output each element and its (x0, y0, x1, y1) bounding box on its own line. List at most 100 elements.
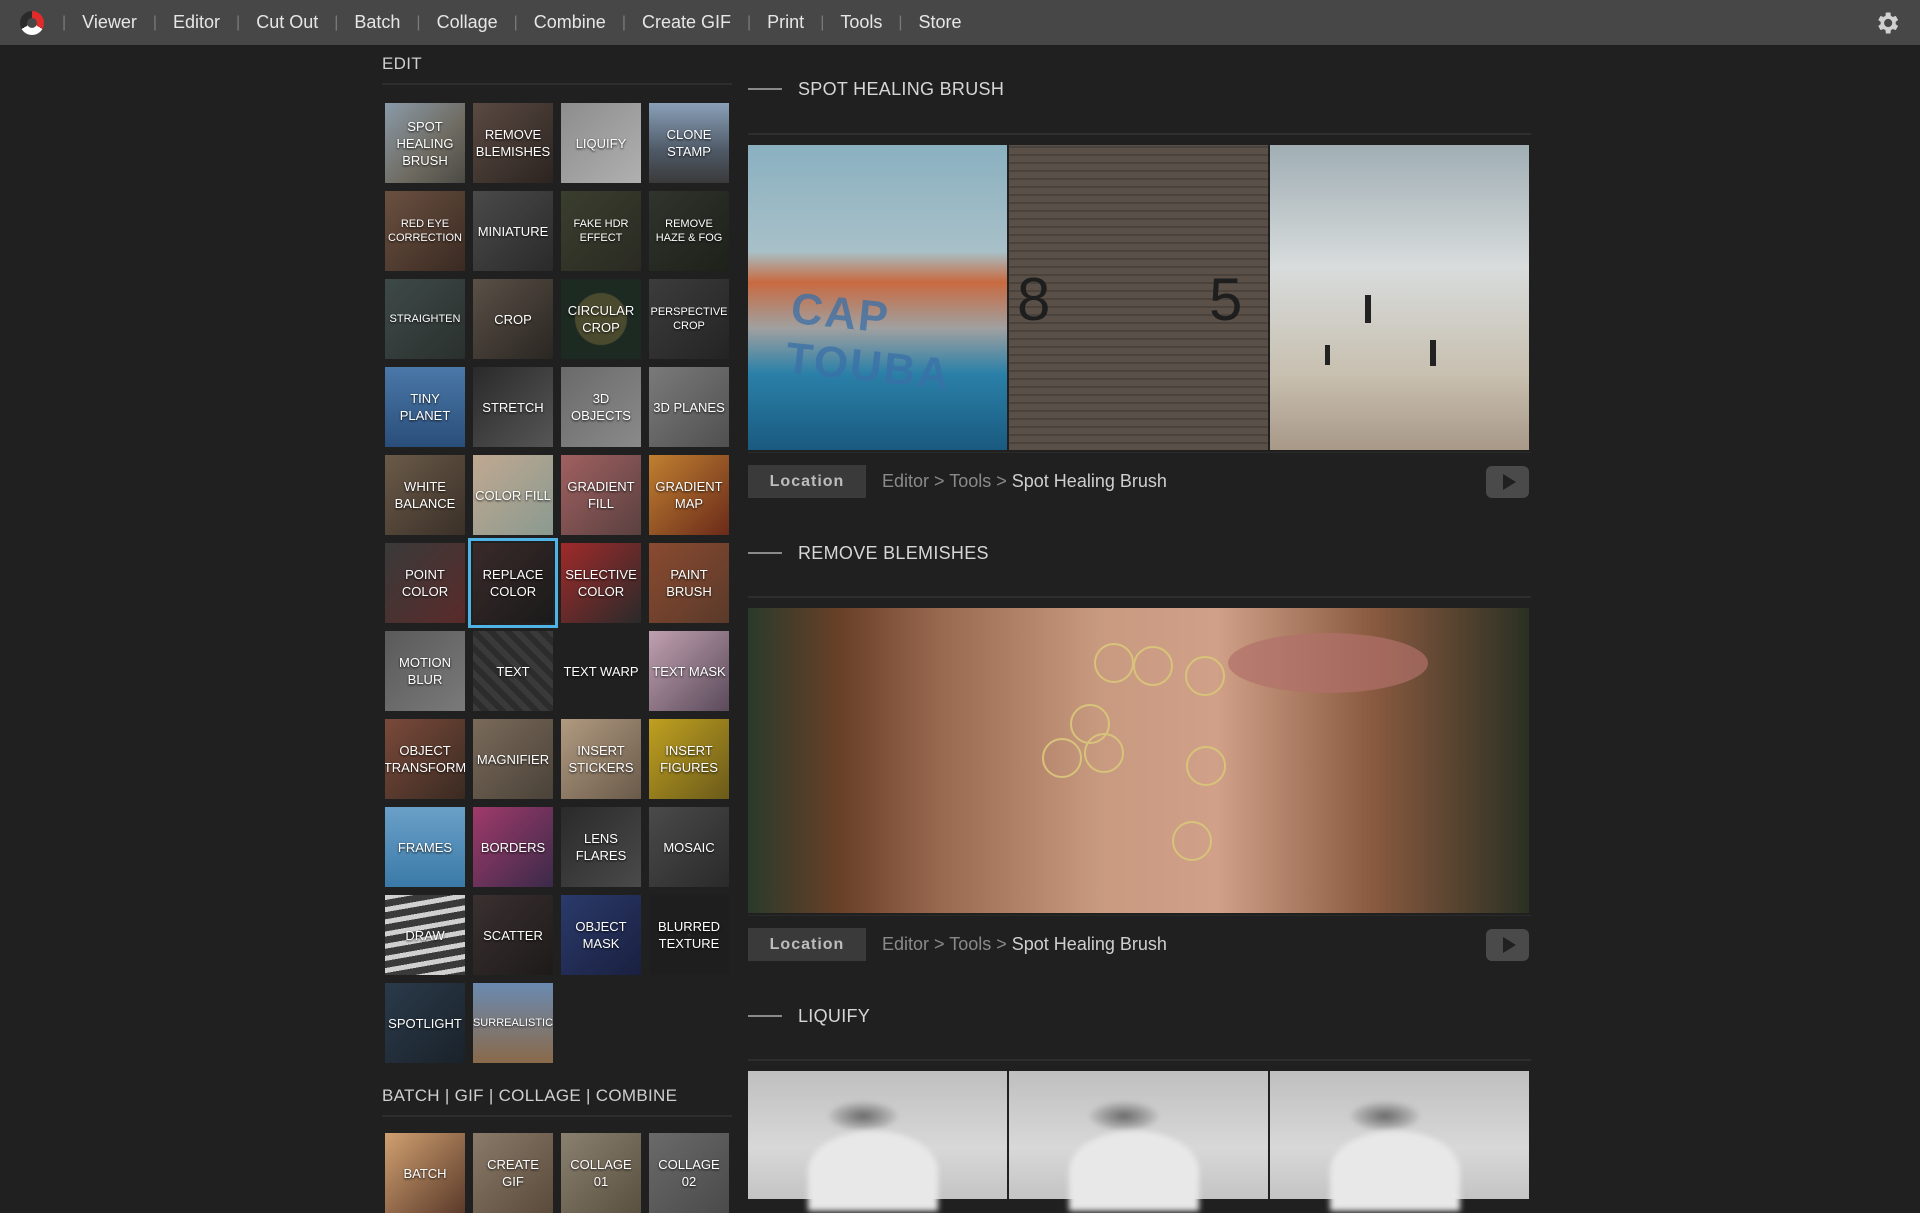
tool-tile-label: BATCH (403, 1165, 447, 1181)
tool-tile-text-mask[interactable]: TEXT MASK (649, 631, 729, 711)
tool-tile-spotlight[interactable]: SPOTLIGHT (385, 983, 465, 1063)
tool-tile-label: FAKE HDR EFFECT (573, 218, 629, 244)
nav-item-store[interactable]: Store (909, 12, 972, 33)
tool-tile-stretch[interactable]: STRETCH (473, 367, 553, 447)
tool-tile-miniature[interactable]: MINIATURE (473, 191, 553, 271)
nav-item-editor[interactable]: Editor (163, 12, 230, 33)
tool-tile-insert-figures[interactable]: INSERT FIGURES (649, 719, 729, 799)
tool-tile-fake-hdr-effect[interactable]: FAKE HDR EFFECT (561, 191, 641, 271)
tool-tile-label: TEXT (496, 663, 530, 679)
tool-tile-point-color[interactable]: POINT COLOR (385, 543, 465, 623)
tool-tile-replace-color[interactable]: REPLACE COLOR (468, 538, 558, 628)
tool-tile-remove-haze-fog[interactable]: REMOVE HAZE & FOG (649, 191, 729, 271)
wall-number-2: 5 (1209, 266, 1243, 333)
location-button[interactable]: Location (748, 928, 866, 961)
tool-tile-3d-objects[interactable]: 3D OBJECTS (561, 367, 641, 447)
tool-tile-surrealistic[interactable]: SURREALISTIC (473, 983, 553, 1063)
nav-separator: | (513, 13, 518, 31)
tool-tile-label: SPOT HEALING BRUSH (396, 118, 454, 168)
nav-item-batch[interactable]: Batch (344, 12, 410, 33)
edit-tools-grid: SPOT HEALING BRUSH REMOVE BLEMISHES LIQUIF… (382, 85, 732, 1063)
tool-tile-spot-healing-brush[interactable]: SPOT HEALING BRUSH (385, 103, 465, 183)
path-editor[interactable]: Editor (882, 934, 929, 954)
tool-tile-object-transform[interactable]: OBJECT TRANSFORM (385, 719, 465, 799)
example-image-liquify-3 (1270, 1071, 1529, 1199)
tool-tile-label: 3D OBJECTS (571, 391, 631, 423)
blemish-marker (1185, 656, 1225, 696)
blemish-marker (1042, 738, 1082, 778)
play-video-icon[interactable] (1486, 465, 1529, 498)
tool-tile-circular-crop[interactable]: CIRCULAR CROP (561, 279, 641, 359)
nav-item-combine[interactable]: Combine (524, 12, 616, 33)
tool-tile-scatter[interactable]: SCATTER (473, 895, 553, 975)
tool-tile-tiny-planet[interactable]: TINY PLANET (385, 367, 465, 447)
section-header-remove-blemishes: REMOVE BLEMISHES (748, 510, 1531, 596)
tool-tile-label: BORDERS (480, 839, 546, 855)
nav-item-tools[interactable]: Tools (830, 12, 892, 33)
tool-tile-label: SURREALISTIC (473, 1017, 553, 1029)
tool-tile-liquify[interactable]: LIQUIFY (561, 103, 641, 183)
tool-tile-remove-blemishes[interactable]: REMOVE BLEMISHES (473, 103, 553, 183)
tool-tile-white-balance[interactable]: WHITE BALANCE (385, 455, 465, 535)
tool-tile-motion-blur[interactable]: MOTION BLUR (385, 631, 465, 711)
tool-tile-mosaic[interactable]: MOSAIC (649, 807, 729, 887)
tool-tile-selective-color[interactable]: SELECTIVE COLOR (561, 543, 641, 623)
tool-tile-label: REMOVE BLEMISHES (475, 127, 551, 159)
tool-tile-draw[interactable]: DRAW (385, 895, 465, 975)
path-tools[interactable]: Tools (949, 471, 991, 491)
example-image-brick-wall: 8 5 (1009, 145, 1268, 450)
tool-tile-crop[interactable]: CROP (473, 279, 553, 359)
tool-tile-batch[interactable]: BATCH (385, 1133, 465, 1213)
example-image-liquify-2 (1009, 1071, 1268, 1199)
tool-tile-label: MAGNIFIER (476, 751, 550, 767)
nav-item-viewer[interactable]: Viewer (72, 12, 147, 33)
tool-tile-collage-01[interactable]: COLLAGE 01 (561, 1133, 641, 1213)
play-video-icon[interactable] (1486, 928, 1529, 961)
tool-tile-object-mask[interactable]: OBJECT MASK (561, 895, 641, 975)
tool-tile-label: INSERT STICKERS (568, 743, 634, 775)
tool-tile-label: COLOR FILL (475, 487, 551, 503)
nav-item-create-gif[interactable]: Create GIF (632, 12, 741, 33)
path-tools[interactable]: Tools (949, 934, 991, 954)
blemish-marker (1094, 643, 1134, 683)
tool-tile-label: MOTION BLUR (399, 655, 451, 687)
nav-separator: | (898, 13, 903, 31)
nav-item-print[interactable]: Print (757, 12, 814, 33)
location-bar-1: Location Editor > Tools > Spot Healing B… (748, 452, 1531, 510)
spot-healing-example-images: CAP TOUBA 8 5 (748, 145, 1529, 450)
location-button[interactable]: Location (748, 465, 866, 498)
boat-text: CAP TOUBA (783, 283, 954, 400)
tool-tile-text-warp[interactable]: TEXT WARP (561, 631, 641, 711)
nav-item-collage[interactable]: Collage (427, 12, 508, 33)
tool-tile-frames[interactable]: FRAMES (385, 807, 465, 887)
nav-separator: | (236, 13, 241, 31)
nav-separator: | (820, 13, 825, 31)
tool-tile-gradient-fill[interactable]: GRADIENT FILL (561, 455, 641, 535)
tool-tile-create-gif[interactable]: CREATE GIF (473, 1133, 553, 1213)
tool-tile-paint-brush[interactable]: PAINT BRUSH (649, 543, 729, 623)
path-editor[interactable]: Editor (882, 471, 929, 491)
gear-icon[interactable] (1872, 8, 1902, 38)
tool-tile-blurred-texture[interactable]: BLURRED TEXTURE (649, 895, 729, 975)
nav-item-cut-out[interactable]: Cut Out (246, 12, 328, 33)
app-logo-icon[interactable] (20, 10, 44, 35)
tool-tile-label: CREATE GIF (487, 1157, 539, 1189)
tool-tile-label: 3D PLANES (653, 399, 725, 415)
tool-tile-borders[interactable]: BORDERS (473, 807, 553, 887)
blemish-marker (1133, 646, 1173, 686)
tool-tile-straighten[interactable]: STRAIGHTEN (385, 279, 465, 359)
tool-tile-insert-stickers[interactable]: INSERT STICKERS (561, 719, 641, 799)
tool-tile-collage-02[interactable]: COLLAGE 02 (649, 1133, 729, 1213)
tool-tile-perspective-crop[interactable]: PERSPECTIVE CROP (649, 279, 729, 359)
location-bar-2: Location Editor > Tools > Spot Healing B… (748, 915, 1531, 973)
tool-tile-text[interactable]: TEXT (473, 631, 553, 711)
tool-tile-clone-stamp[interactable]: CLONE STAMP (649, 103, 729, 183)
tool-tile-color-fill[interactable]: COLOR FILL (473, 455, 553, 535)
tool-tile-magnifier[interactable]: MAGNIFIER (473, 719, 553, 799)
tool-tile-red-eye-correction[interactable]: RED EYE CORRECTION (385, 191, 465, 271)
tool-tile-gradient-map[interactable]: GRADIENT MAP (649, 455, 729, 535)
tool-tile-lens-flares[interactable]: LENS FLARES (561, 807, 641, 887)
location-path: Editor > Tools > Spot Healing Brush (882, 471, 1167, 491)
tool-tile-3d-planes[interactable]: 3D PLANES (649, 367, 729, 447)
tool-tile-label: TINY PLANET (399, 391, 451, 423)
